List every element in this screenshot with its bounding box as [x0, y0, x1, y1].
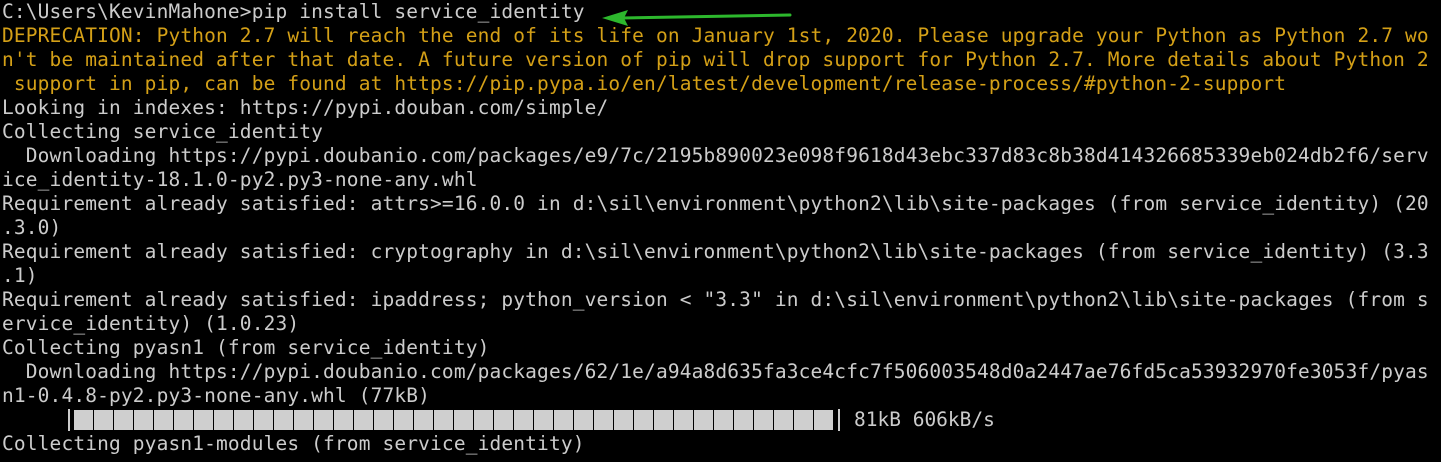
terminal-line: Collecting pyasn1 (from service_identity… [2, 336, 490, 359]
terminal-line: Collecting service_identity [2, 120, 324, 143]
progress-bar-cell [594, 410, 613, 430]
progress-bar-cell [134, 410, 153, 430]
progress-bar-cell [394, 410, 413, 430]
terminal-line: .3.0) [2, 216, 62, 239]
progress-bar-cell [634, 410, 653, 430]
terminal-output: C:\Users\KevinMahone>pip install service… [2, 0, 1441, 408]
progress-bar-cell [374, 410, 393, 430]
progress-bar-cell [94, 410, 113, 430]
progress-bar-cell [414, 410, 433, 430]
progress-bar-cell [234, 410, 253, 430]
progress-bar-cell [574, 410, 593, 430]
terminal-line: n't be maintained after that date. A fut… [2, 48, 1429, 71]
progress-bar-cell [674, 410, 693, 430]
terminal-line: Looking in indexes: https://pypi.douban.… [2, 96, 609, 119]
progress-bar-cell [534, 410, 553, 430]
terminal-line: ice_identity-18.1.0-py2.py3-none-any.whl [2, 168, 478, 191]
progress-bar-cell [314, 410, 333, 430]
progress-bar-track [74, 410, 834, 430]
terminal-line: Requirement already satisfied: ipaddress… [2, 288, 1429, 311]
terminal-line: ervice_identity) (1.0.23) [2, 312, 300, 335]
progress-bar-cell [254, 410, 273, 430]
progress-bar-right-edge [838, 409, 840, 431]
progress-bar-cell [714, 410, 733, 430]
progress-bar-cell [774, 410, 793, 430]
progress-bar-cell [794, 410, 813, 430]
progress-bar-cell [294, 410, 313, 430]
progress-bar-cell [814, 410, 833, 430]
progress-bar-cell [734, 410, 753, 430]
progress-bar-cell [754, 410, 773, 430]
progress-bar [68, 408, 840, 432]
progress-bar-cell [694, 410, 713, 430]
progress-bar-cell [654, 410, 673, 430]
terminal-line: .1) [2, 264, 38, 287]
terminal-window[interactable]: C:\Users\KevinMahone>pip install service… [0, 0, 1441, 462]
progress-bar-cell [74, 410, 93, 430]
progress-bar-cell [494, 410, 513, 430]
progress-bar-cell [614, 410, 633, 430]
progress-bar-cell [194, 410, 213, 430]
progress-row: 81kB 606kB/s [2, 408, 1441, 432]
terminal-line: n1-0.4.8-py2.py3-none-any.whl (77kB) [2, 384, 431, 407]
progress-bar-cell [354, 410, 373, 430]
progress-bar-cell [454, 410, 473, 430]
progress-bar-cell [274, 410, 293, 430]
progress-bar-cell [434, 410, 453, 430]
terminal-line-last: Collecting pyasn1-modules (from service_… [2, 432, 585, 455]
progress-bar-cell [154, 410, 173, 430]
terminal-line: Requirement already satisfied: attrs>=16… [2, 192, 1429, 215]
progress-bar-cell [474, 410, 493, 430]
progress-status: 81kB 606kB/s [854, 408, 995, 431]
progress-bar-cell [554, 410, 573, 430]
progress-bar-cell [514, 410, 533, 430]
progress-bar-cell [174, 410, 193, 430]
terminal-line: Requirement already satisfied: cryptogra… [2, 240, 1429, 263]
progress-bar-cell [214, 410, 233, 430]
green-arrow-icon [602, 10, 792, 26]
progress-bar-cell [114, 410, 133, 430]
terminal-line: Downloading https://pypi.doubanio.com/pa… [2, 144, 1429, 167]
terminal-line: Downloading https://pypi.doubanio.com/pa… [2, 360, 1429, 383]
progress-bar-left-edge [68, 409, 70, 431]
progress-bar-cell [334, 410, 353, 430]
terminal-line: support in pip, can be found at https://… [2, 72, 1287, 95]
